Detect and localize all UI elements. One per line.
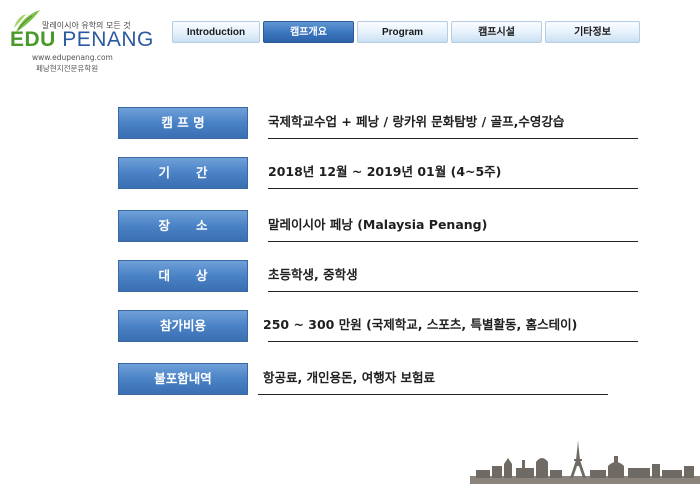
- divider: [268, 188, 638, 189]
- info-value: 2018년 12월 ~ 2019년 01월 (4~5주): [268, 164, 502, 179]
- info-row-target: 대 상 초등학생, 중학생: [118, 260, 638, 292]
- tab-introduction[interactable]: Introduction: [172, 21, 260, 43]
- info-label: 캠 프 명: [118, 107, 248, 139]
- info-value: 초등학생, 중학생: [268, 267, 358, 282]
- tab-camp-overview[interactable]: 캠프개요: [263, 21, 354, 43]
- divider: [268, 291, 638, 292]
- info-label: 기 간: [118, 157, 248, 189]
- info-row-cost: 참가비용 250 ~ 300 만원 (국제학교, 스포츠, 특별활동, 홈스테이…: [118, 310, 638, 342]
- info-value: 말레이시아 페낭 (Malaysia Penang): [268, 217, 488, 232]
- info-value: 국제학교수업 + 페낭 / 랑카위 문화탐방 / 골프,수영강습: [268, 114, 565, 129]
- info-row-excluded: 불포함내역 항공료, 개인용돈, 여행자 보험료: [118, 363, 638, 395]
- info-label: 불포함내역: [118, 363, 248, 395]
- divider: [258, 394, 608, 395]
- info-row-period: 기 간 2018년 12월 ~ 2019년 01월 (4~5주): [118, 157, 638, 189]
- divider: [268, 241, 638, 242]
- info-row-camp-name: 캠 프 명 국제학교수업 + 페낭 / 랑카위 문화탐방 / 골프,수영강습: [118, 107, 638, 139]
- logo-url: www.edupenang.com: [32, 53, 113, 62]
- info-row-location: 장 소 말레이시아 페낭 (Malaysia Penang): [118, 210, 638, 242]
- divider: [268, 341, 638, 342]
- tab-camp-facilities[interactable]: 캠프시설: [451, 21, 542, 43]
- info-label: 참가비용: [118, 310, 248, 342]
- info-label: 대 상: [118, 260, 248, 292]
- tab-program[interactable]: Program: [357, 21, 448, 43]
- tab-other-info[interactable]: 기타정보: [545, 21, 640, 43]
- top-nav: Introduction 캠프개요 Program 캠프시설 기타정보: [0, 21, 700, 43]
- info-value: 250 ~ 300 만원 (국제학교, 스포츠, 특별활동, 홈스테이): [263, 317, 578, 332]
- city-skyline-image: [470, 440, 700, 484]
- info-label: 장 소: [118, 210, 248, 242]
- logo-subtitle: 페낭현지전문유학원: [36, 64, 99, 73]
- info-value: 항공료, 개인용돈, 여행자 보험료: [263, 370, 436, 385]
- divider: [268, 138, 638, 139]
